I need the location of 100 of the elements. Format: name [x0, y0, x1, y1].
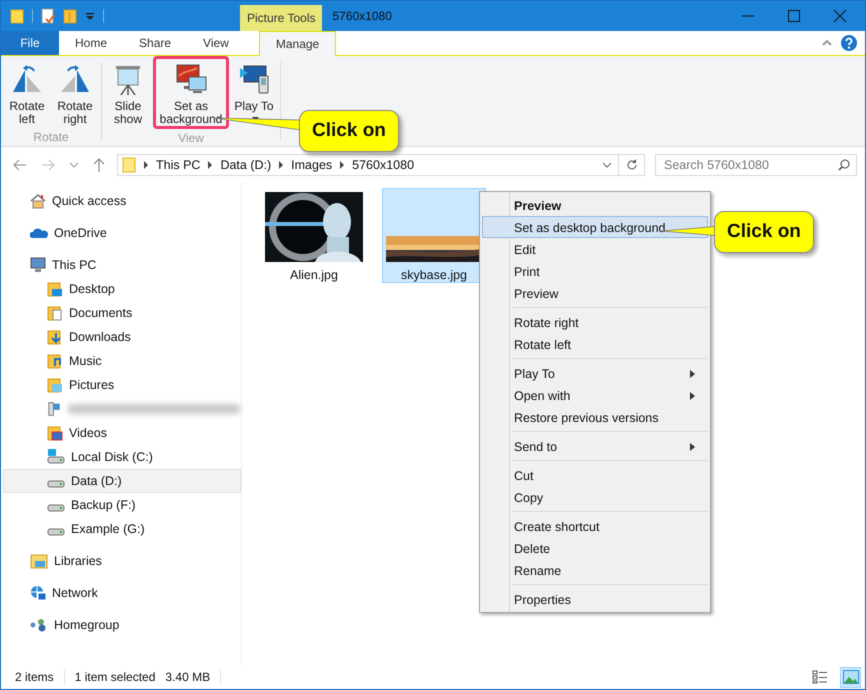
dropdown-icon[interactable] — [85, 11, 95, 21]
folder-icon — [47, 329, 63, 345]
menu-item[interactable]: Preview — [482, 282, 708, 304]
folder-icon — [47, 425, 63, 441]
chevron-down-icon[interactable] — [69, 160, 79, 168]
nav-label: This PC — [52, 258, 96, 272]
back-arrow-icon[interactable] — [13, 158, 27, 170]
collapse-ribbon-icon[interactable] — [821, 38, 833, 48]
libraries-icon — [30, 553, 48, 569]
address-bar[interactable]: This PC Data (D:) Images 5760x1080 — [117, 154, 619, 176]
nav-label: Quick access — [52, 194, 126, 208]
menu-item[interactable]: Rotate left — [482, 333, 708, 355]
nav-item[interactable]: Local Disk (C:) — [3, 445, 241, 469]
nav-label: Network — [52, 586, 98, 600]
monitors-icon — [174, 62, 208, 96]
menu-item[interactable]: Set as desktop background — [482, 216, 708, 238]
maximize-icon[interactable] — [787, 9, 801, 23]
nav-item[interactable]: Example (G:) — [3, 517, 241, 541]
search-field[interactable]: Search 5760x1080 — [655, 154, 857, 176]
nav-label: OneDrive — [54, 226, 107, 240]
nav-item[interactable]: Libraries — [3, 549, 241, 573]
nav-item[interactable]: Data (D:) — [3, 469, 241, 493]
folder-icon[interactable] — [10, 8, 24, 24]
drive-icon — [47, 449, 65, 465]
view-button[interactable] — [840, 666, 861, 688]
nav-label: Libraries — [54, 554, 102, 568]
context-tab-label: Picture Tools — [240, 5, 322, 31]
nav-item[interactable]: Documents — [3, 301, 241, 325]
refresh-button[interactable] — [619, 154, 645, 176]
menu-item[interactable]: Play To — [482, 362, 708, 384]
breadcrumb[interactable]: 5760x1080 — [352, 158, 414, 172]
nav-item[interactable]: Videos — [3, 421, 241, 445]
ribbon-tab[interactable]: Home — [59, 31, 124, 55]
folder-icon — [47, 305, 63, 321]
menu-item[interactable]: Rename — [482, 559, 708, 581]
dropdown-icon[interactable] — [602, 160, 612, 168]
ribbon-button[interactable]: Rotate right — [52, 56, 98, 126]
nav-item[interactable]: This PC — [3, 253, 241, 277]
breadcrumb[interactable]: Data (D:) — [220, 158, 272, 172]
properties-icon[interactable] — [41, 8, 55, 24]
menu-item[interactable]: Cut — [482, 464, 708, 486]
menu-item[interactable]: Rotate right — [482, 311, 708, 333]
ribbon-tab[interactable]: Share — [123, 31, 188, 55]
file-item[interactable]: Alien.jpg — [262, 188, 366, 283]
picture-view-icon — [842, 670, 858, 684]
search-icon — [838, 158, 850, 170]
network-icon — [30, 585, 46, 601]
breadcrumb-arrow-icon[interactable] — [143, 160, 149, 168]
nav-item[interactable]: Downloads — [3, 325, 241, 349]
nav-label: Homegroup — [54, 618, 120, 632]
menu-item[interactable]: Copy — [482, 486, 708, 508]
file-item[interactable]: skybase.jpg — [382, 188, 486, 283]
folder-icon — [47, 377, 63, 393]
nav-label: Documents — [69, 306, 132, 320]
ribbon-button[interactable]: Rotate left — [4, 56, 50, 126]
breadcrumb[interactable]: This PC — [156, 158, 200, 172]
breadcrumb-arrow-icon[interactable] — [278, 160, 284, 168]
breadcrumb-arrow-icon[interactable] — [339, 160, 346, 168]
window-title: 5760x1080 — [332, 9, 392, 23]
folder-icon — [47, 281, 63, 297]
breadcrumb[interactable]: Images — [291, 158, 332, 172]
ribbon-tab[interactable]: View — [187, 31, 245, 55]
menu-item[interactable]: Restore previous versions — [482, 406, 708, 428]
close-icon[interactable] — [833, 9, 847, 23]
nav-item[interactable]: Music — [3, 349, 241, 373]
nav-label: Local Disk (C:) — [71, 450, 153, 464]
nav-label: Desktop — [69, 282, 115, 296]
drive-icon — [47, 480, 65, 488]
nav-label: Data (D:) — [71, 474, 122, 488]
nav-item[interactable]: Homegroup — [3, 613, 241, 637]
folder-icon — [122, 156, 136, 172]
ribbon-tab[interactable]: Manage — [258, 31, 336, 56]
nav-item[interactable]: Desktop — [3, 277, 241, 301]
nav-item[interactable]: Backup (F:) — [3, 493, 241, 517]
ribbon-button[interactable]: Play To — [231, 56, 277, 126]
computer-icon — [30, 257, 46, 273]
menu-item[interactable]: Create shortcut — [482, 515, 708, 537]
callout: Click on — [714, 211, 814, 253]
nav-item[interactable]: Pictures — [3, 373, 241, 397]
status-text: 3.40 MB — [165, 670, 210, 684]
drive-icon — [47, 504, 65, 512]
up-arrow-icon[interactable] — [93, 158, 105, 172]
menu-item[interactable]: Delete — [482, 537, 708, 559]
menu-item[interactable]: Open with — [482, 384, 708, 406]
ribbon-button[interactable]: Set as background — [153, 56, 229, 129]
menu-item[interactable]: Send to — [482, 435, 708, 457]
ribbon-button[interactable]: Slide show — [105, 56, 151, 126]
drive-icon — [47, 528, 65, 536]
details-view-icon — [812, 670, 828, 684]
status-text: 1 item selected — [74, 670, 156, 684]
ribbon-tab[interactable]: File — [1, 31, 59, 55]
breadcrumb-arrow-icon[interactable] — [207, 160, 214, 168]
nav-item[interactable]: OneDrive — [3, 221, 241, 245]
menu-item[interactable]: Properties — [482, 588, 708, 610]
help-icon[interactable] — [841, 35, 857, 51]
nav-label: Downloads — [69, 330, 131, 344]
nav-item[interactable]: Network — [3, 581, 241, 605]
device-icon — [47, 401, 62, 417]
new-folder-icon[interactable] — [63, 8, 77, 24]
nav-item[interactable]: Quick access — [3, 189, 241, 213]
